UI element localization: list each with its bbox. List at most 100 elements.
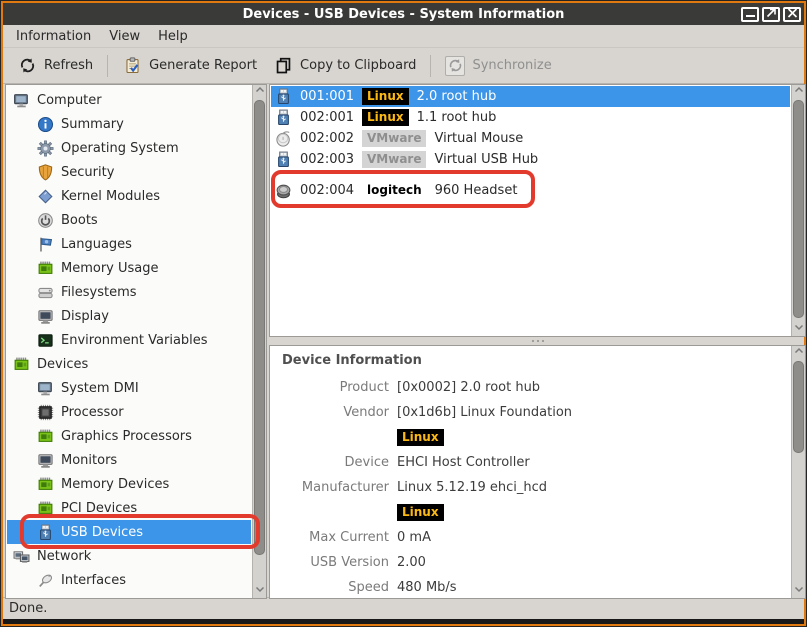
sidebar-item-security[interactable]: Security: [7, 160, 251, 184]
device-port: 002:004: [300, 183, 354, 198]
device-info-scrollbar[interactable]: [791, 346, 805, 598]
plug-icon: [37, 572, 54, 589]
maximize-icon: [766, 7, 777, 22]
terminal-icon: [37, 332, 54, 349]
scroll-up-button[interactable]: [253, 85, 267, 99]
menu-information[interactable]: Information: [7, 27, 100, 46]
sidebar-item-system-dmi[interactable]: System DMI: [7, 376, 251, 400]
sidebar-item-network[interactable]: Network: [7, 544, 251, 568]
sync-icon: [447, 57, 464, 74]
device-row-002-003[interactable]: 002:003VMwareVirtual USB Hub: [271, 149, 790, 170]
sidebar-list: Computer SummaryOperating System Security K…: [7, 85, 251, 598]
scroll-thumb[interactable]: [254, 100, 265, 555]
device-port: 002:003: [300, 152, 354, 167]
info-label: Device: [271, 455, 389, 470]
sidebar-item-label: Security: [61, 165, 114, 180]
sidebar-item-environment-variables[interactable]: Environment Variables: [7, 328, 251, 352]
sidebar-scrollbar[interactable]: [252, 85, 266, 598]
sidebar-item-graphics-processors[interactable]: Graphics Processors: [7, 424, 251, 448]
close-button[interactable]: [783, 7, 801, 22]
sidebar-item-filesystems[interactable]: Filesystems: [7, 280, 251, 304]
device-port: 002:002: [300, 131, 354, 146]
toolbar-button-label: Copy to Clipboard: [300, 58, 416, 73]
main-content: Computer SummaryOperating System Security K…: [3, 84, 804, 597]
info-label: Vendor: [271, 405, 389, 420]
sidebar-item-summary[interactable]: Summary: [7, 112, 251, 136]
sidebar-item-devices[interactable]: Devices: [7, 352, 251, 376]
device-row-002-001[interactable]: 002:001Linux1.1 root hub: [271, 107, 790, 128]
menu-view[interactable]: View: [100, 27, 149, 46]
scroll-up-button[interactable]: [792, 346, 806, 360]
device-info-panel: Device Information Product[0x0002] 2.0 r…: [269, 345, 806, 599]
toolbar-separator: [107, 55, 108, 77]
sidebar-item-label: Languages: [61, 237, 132, 252]
device-name: 2.0 root hub: [417, 89, 497, 104]
sidebar-item-processor[interactable]: Processor: [7, 400, 251, 424]
toolbar-button-label: Generate Report: [149, 58, 257, 73]
scroll-down-button[interactable]: [253, 584, 267, 598]
sidebar-item-usb-devices[interactable]: USB Devices: [7, 520, 251, 544]
device-row-002-004[interactable]: 002:004logitech960 Headset: [271, 177, 790, 203]
sidebar-item-monitors[interactable]: Monitors: [7, 448, 251, 472]
scroll-down-button[interactable]: [792, 584, 806, 598]
info-value: 0 mA: [397, 530, 431, 545]
sidebar-item-languages[interactable]: Languages: [7, 232, 251, 256]
generate-report-button[interactable]: Generate Report: [114, 52, 265, 80]
vendor-badge: Linux: [362, 109, 409, 126]
toolbar-separator: [430, 55, 431, 77]
device-list: 001:001Linux2.0 root hub002:001Linux1.1 …: [271, 86, 790, 203]
sidebar-item-kernel-modules[interactable]: Kernel Modules: [7, 184, 251, 208]
sidebar-item-memory-devices[interactable]: Memory Devices: [7, 472, 251, 496]
info-row-usb-version: USB Version2.00: [271, 550, 790, 575]
sidebar-item-label: Computer: [37, 93, 102, 108]
memory-chip-icon: [37, 476, 54, 493]
close-icon: [787, 7, 798, 22]
info-label: Speed: [271, 580, 389, 595]
title-bar[interactable]: Devices - USB Devices - System Informati…: [3, 3, 804, 25]
info-label: Product: [271, 380, 389, 395]
synchronize-button[interactable]: Synchronize: [437, 52, 559, 80]
device-row-001-001[interactable]: 001:001Linux2.0 root hub: [271, 86, 790, 107]
sidebar-item-boots[interactable]: Boots: [7, 208, 251, 232]
flag-icon: [37, 236, 54, 253]
panel-splitter[interactable]: [269, 337, 806, 345]
window-title: Devices - USB Devices - System Informati…: [3, 7, 804, 22]
info-row-manufacturer: ManufacturerLinux 5.12.19 ehci_hcd: [271, 475, 790, 500]
sidebar-item-pci-devices[interactable]: PCI Devices: [7, 496, 251, 520]
scroll-thumb[interactable]: [793, 100, 804, 318]
maximize-button[interactable]: [762, 7, 780, 22]
usb-icon: [275, 109, 292, 126]
menu-help[interactable]: Help: [149, 27, 197, 46]
device-row-002-002[interactable]: 002:002VMwareVirtual Mouse: [271, 128, 790, 149]
sidebar-item-label: Processor: [61, 405, 124, 420]
device-info-list: Product[0x0002] 2.0 root hubVendor[0x1d6…: [271, 375, 790, 599]
memory-chip-icon: [37, 428, 54, 445]
cpu-icon: [37, 404, 54, 421]
device-info-title: Device Information: [282, 353, 422, 368]
copy-to-clipboard-button[interactable]: Copy to Clipboard: [265, 52, 424, 80]
minimize-button[interactable]: [741, 7, 759, 22]
scroll-down-button[interactable]: [792, 322, 806, 336]
scroll-up-button[interactable]: [792, 85, 806, 99]
copy-icon: [275, 57, 292, 74]
device-list-scrollbar[interactable]: [791, 85, 805, 336]
computer-icon: [13, 92, 30, 109]
refresh-button[interactable]: Refresh: [9, 52, 101, 80]
sidebar-item-interfaces[interactable]: Interfaces: [7, 568, 251, 592]
sidebar-item-memory-usage[interactable]: Memory Usage: [7, 256, 251, 280]
scroll-thumb[interactable]: [793, 361, 804, 453]
monitor-icon: [37, 308, 54, 325]
sidebar-item-label: Network: [37, 549, 91, 564]
toolbar: Refresh Generate Report Copy to Clipboard S…: [3, 48, 804, 84]
sidebar-item-computer[interactable]: Computer: [7, 88, 251, 112]
monitor-icon: [37, 452, 54, 469]
sidebar-item-label: Kernel Modules: [61, 189, 160, 204]
sidebar-item-partial[interactable]: [7, 592, 251, 599]
os-badge: Linux: [397, 429, 444, 446]
shield-icon: [37, 164, 54, 181]
sidebar-item-display[interactable]: Display: [7, 304, 251, 328]
info-row-device: DeviceEHCI Host Controller: [271, 450, 790, 475]
info-row-product: Product[0x0002] 2.0 root hub: [271, 375, 790, 400]
chevron-down-icon: [793, 321, 805, 337]
sidebar-item-operating-system[interactable]: Operating System: [7, 136, 251, 160]
